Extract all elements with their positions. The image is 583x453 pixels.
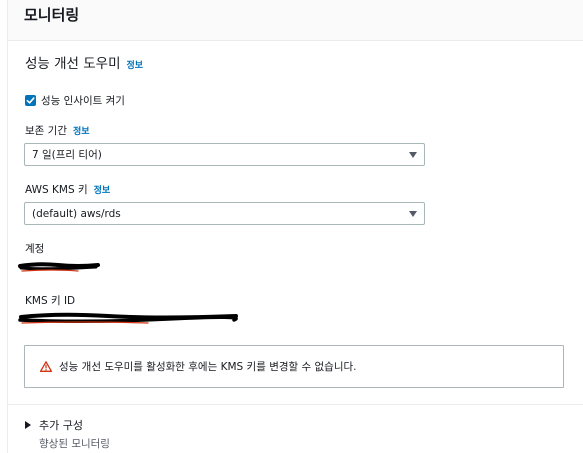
additional-config-description: 향상된 모니터링 [39, 438, 110, 450]
performance-insights-checkbox-row[interactable]: 성능 인사이트 켜기 [25, 93, 125, 108]
kms-label-row: AWS KMS 키 정보 [25, 182, 110, 197]
section-divider [8, 404, 583, 405]
kms-key-id-value-redacted [18, 312, 238, 324]
panel-body: 성능 개선 도우미 정보 성능 인사이트 켜기 보존 기간 정보 7 일(프리 티어… [7, 41, 583, 453]
kms-select[interactable]: (default) aws/rds [24, 202, 425, 225]
panel-header: 모니터링 [7, 0, 583, 41]
kms-warning-alert: 성능 개선 도우미를 활성화한 후에는 KMS 키를 변경할 수 없습니다. [24, 345, 564, 388]
warning-text: 성능 개선 도우미를 활성화한 후에는 KMS 키를 변경할 수 없습니다. [59, 361, 357, 373]
account-label: 계정 [25, 243, 45, 255]
retention-select-value: 7 일(프리 티어) [32, 149, 102, 161]
section-title-label: 성능 개선 도우미 [25, 56, 121, 72]
caret-down-icon [409, 211, 417, 217]
kms-key-id-label: KMS 키 ID [25, 295, 76, 307]
caret-right-icon [25, 421, 31, 429]
retention-label-row: 보존 기간 정보 [25, 123, 90, 138]
performance-insights-checkbox[interactable] [25, 95, 36, 106]
kms-label: AWS KMS 키 [25, 184, 88, 196]
section-title: 성능 개선 도우미 정보 [25, 52, 143, 72]
retention-select[interactable]: 7 일(프리 티어) [24, 143, 425, 166]
panel-title: 모니터링 [24, 6, 80, 24]
section-info-link[interactable]: 정보 [127, 61, 144, 71]
kms-select-value: (default) aws/rds [32, 207, 121, 220]
account-value-redacted [18, 262, 100, 272]
retention-info-link[interactable]: 정보 [73, 127, 90, 137]
checkbox-label: 성능 인사이트 켜기 [41, 95, 125, 107]
additional-config-expander[interactable]: 추가 구성 [25, 417, 83, 433]
check-icon [26, 97, 35, 104]
caret-down-icon [409, 152, 417, 158]
warning-triangle-icon [40, 361, 52, 372]
kms-info-link[interactable]: 정보 [94, 186, 111, 196]
additional-config-label: 추가 구성 [39, 419, 83, 432]
retention-label: 보존 기간 [25, 125, 67, 137]
